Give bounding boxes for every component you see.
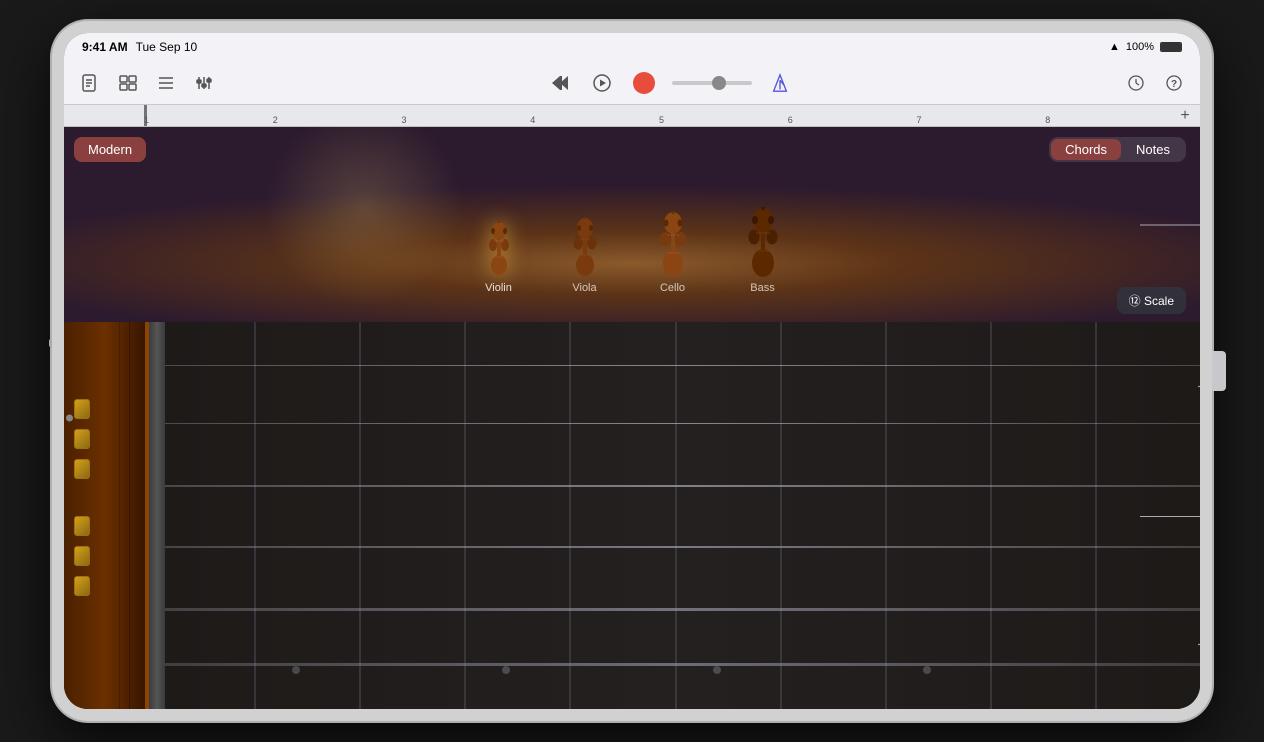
fret-dot-3 xyxy=(292,666,300,674)
tick-3: 3 xyxy=(402,115,407,125)
string-3 xyxy=(149,485,1200,487)
timeline-ruler[interactable]: 1 2 3 4 5 6 7 8 xyxy=(144,105,1174,127)
tuning-pegs xyxy=(74,399,90,479)
status-date: Tue Sep 10 xyxy=(136,40,198,54)
fret-line-9 xyxy=(1095,322,1097,709)
status-icons: ▲ 100% xyxy=(1109,41,1182,53)
cello-icon xyxy=(656,211,690,279)
tick-8: 8 xyxy=(1045,115,1050,125)
tuning-peg-1[interactable] xyxy=(74,399,90,419)
tick-4: 4 xyxy=(530,115,535,125)
play-button[interactable] xyxy=(588,69,616,97)
preset-label[interactable]: Modern xyxy=(74,137,146,162)
fret-dot-5 xyxy=(502,666,510,674)
timeline: 1 2 3 4 5 6 7 8 + xyxy=(64,105,1200,127)
fretboard-area xyxy=(64,322,1200,709)
fret-line-7 xyxy=(885,322,887,709)
mixer-button[interactable] xyxy=(190,69,218,97)
status-time: 9:41 AM xyxy=(82,40,128,54)
fret-line-4 xyxy=(569,322,571,709)
bass-icon xyxy=(745,207,781,279)
tuning-peg-4[interactable] xyxy=(74,516,90,536)
wifi-icon: ▲ xyxy=(1109,41,1120,53)
guitar-body xyxy=(64,322,149,709)
instrument-browser: Modern Chords Notes xyxy=(64,127,1200,322)
rewind-button[interactable] xyxy=(546,69,574,97)
toolbar-left xyxy=(76,69,218,97)
tick-5: 5 xyxy=(659,115,664,125)
fret-line-2 xyxy=(359,322,361,709)
help-button[interactable]: ? xyxy=(1160,69,1188,97)
tempo-settings-button[interactable] xyxy=(1122,69,1150,97)
new-song-button[interactable] xyxy=(76,69,104,97)
fret-line-1 xyxy=(254,322,256,709)
tick-2: 2 xyxy=(273,115,278,125)
fretboard[interactable] xyxy=(149,322,1200,709)
metronome-button[interactable] xyxy=(766,69,794,97)
home-button[interactable] xyxy=(1212,351,1226,391)
tuning-peg-3[interactable] xyxy=(74,459,90,479)
fret-line-6 xyxy=(780,322,782,709)
fret-dot-9 xyxy=(923,666,931,674)
record-button[interactable] xyxy=(630,69,658,97)
cello-label: Cello xyxy=(660,282,685,294)
tuning-peg-2[interactable] xyxy=(74,429,90,449)
fret-line-5 xyxy=(675,322,677,709)
tick-1: 1 xyxy=(144,115,149,125)
instrument-cello[interactable]: Cello xyxy=(656,211,690,294)
scale-button[interactable]: ⑫ Scale xyxy=(1117,287,1186,314)
string-1 xyxy=(149,365,1200,367)
fret-nut xyxy=(149,322,165,709)
viola-icon xyxy=(569,217,601,279)
notes-button[interactable]: Notes xyxy=(1122,139,1184,160)
wood-grain-2 xyxy=(119,322,120,709)
add-section-button[interactable]: + xyxy=(1174,105,1196,126)
string-5 xyxy=(149,608,1200,611)
song-settings-button[interactable] xyxy=(152,69,180,97)
annotation-svg xyxy=(1198,322,1200,709)
string-4 xyxy=(149,546,1200,548)
battery-bar xyxy=(1160,42,1182,52)
chord-notes-toggle: Chords Notes xyxy=(1049,137,1186,162)
violin-icon xyxy=(484,221,514,279)
instrument-viola[interactable]: Viola xyxy=(569,217,601,294)
annotation-connector-right xyxy=(1140,516,1200,517)
violin-label: Violin xyxy=(485,282,512,294)
string-2 xyxy=(149,423,1200,425)
instrument-violin[interactable]: Violin xyxy=(484,221,514,294)
fret-line-8 xyxy=(990,322,992,709)
bass-label: Bass xyxy=(750,282,774,294)
main-content: Modern Chords Notes xyxy=(64,127,1200,709)
instrument-bass[interactable]: Bass xyxy=(745,207,781,294)
fret-line-3 xyxy=(464,322,466,709)
string-6 xyxy=(149,663,1200,666)
tuning-peg-6[interactable] xyxy=(74,576,90,596)
toolbar-center xyxy=(226,69,1114,97)
tick-6: 6 xyxy=(788,115,793,125)
volume-thumb[interactable] xyxy=(712,76,726,90)
chords-button[interactable]: Chords xyxy=(1051,139,1121,160)
tracks-view-button[interactable] xyxy=(114,69,142,97)
status-bar: 9:41 AM Tue Sep 10 ▲ 100% xyxy=(64,33,1200,61)
annotation-line-upper xyxy=(1140,224,1200,225)
wood-grain-1 xyxy=(129,322,130,709)
toolbar: ? xyxy=(64,61,1200,105)
svg-text:?: ? xyxy=(1171,79,1177,90)
battery-icon: 100% xyxy=(1126,41,1154,53)
viola-label: Viola xyxy=(572,282,596,294)
right-annotation-area xyxy=(1198,322,1200,709)
instruments-row: Violin xyxy=(64,207,1200,294)
tuning-pegs-lower xyxy=(74,516,90,596)
fret-dot-7 xyxy=(713,666,721,674)
volume-slider-area xyxy=(672,81,752,85)
tuning-peg-5[interactable] xyxy=(74,546,90,566)
toolbar-right: ? xyxy=(1122,69,1188,97)
tick-7: 7 xyxy=(917,115,922,125)
volume-slider[interactable] xyxy=(672,81,752,85)
record-indicator xyxy=(633,72,655,94)
left-side-indicator xyxy=(66,415,73,422)
